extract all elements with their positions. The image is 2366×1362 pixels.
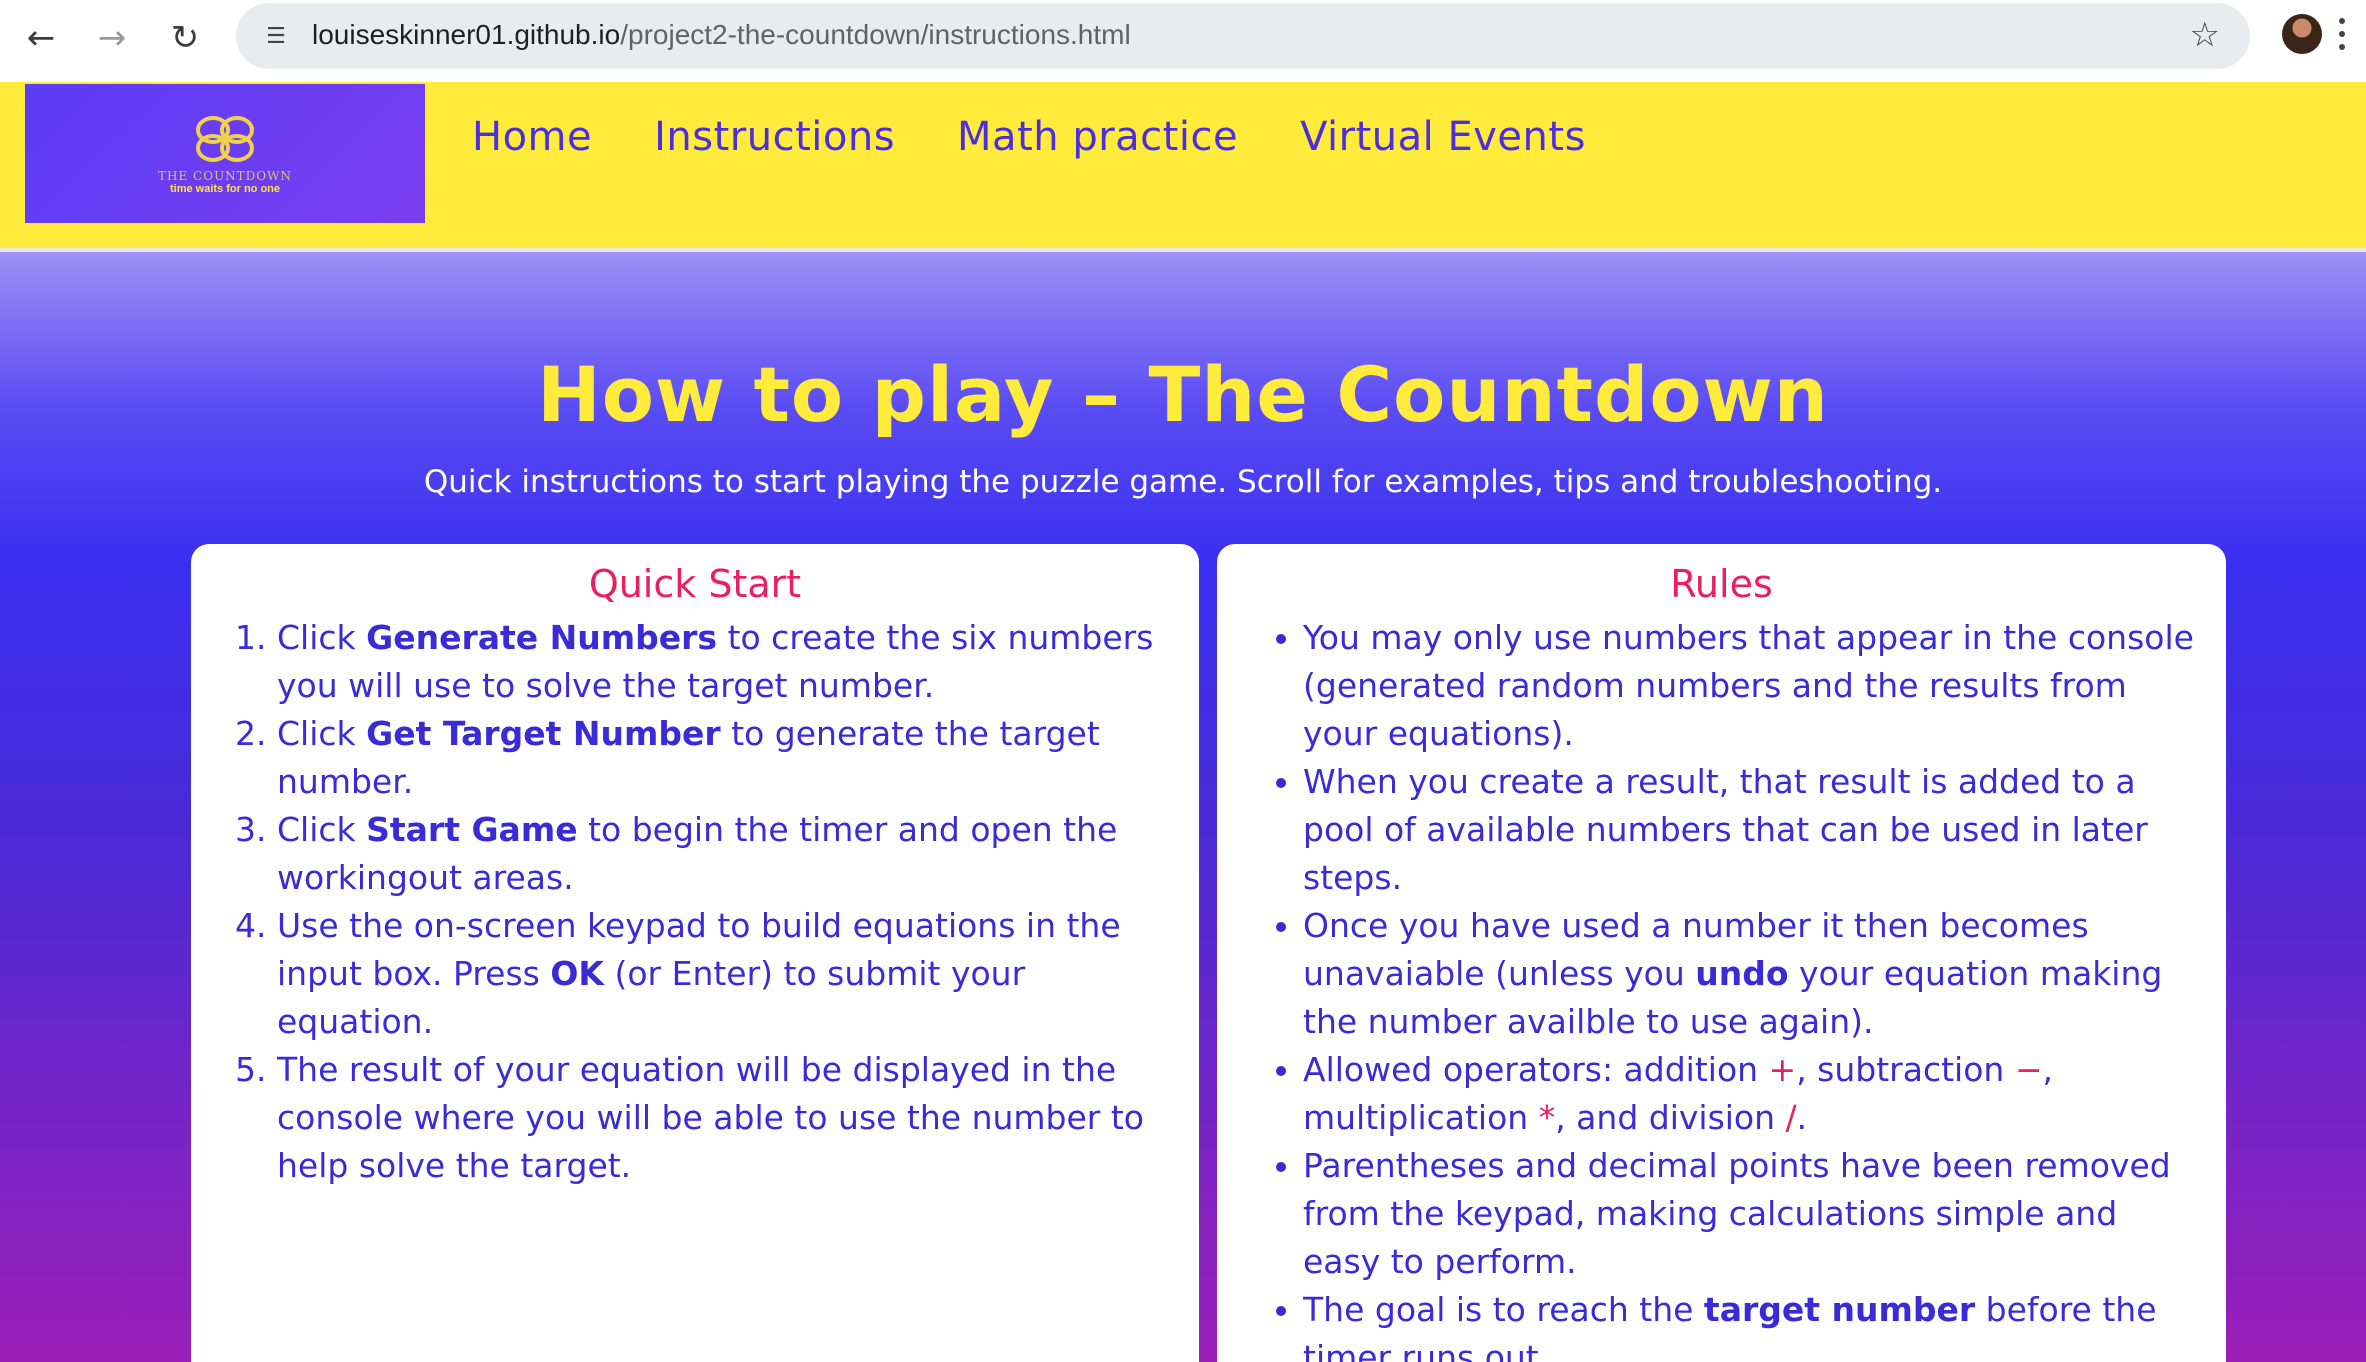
- nav-math-practice[interactable]: Math practice: [957, 114, 1238, 160]
- quick-start-list: Click Generate Numbers to create the six…: [221, 614, 1169, 1190]
- rules-list: You may only use numbers that appear in …: [1247, 614, 2196, 1362]
- nav-home[interactable]: Home: [472, 114, 592, 160]
- address-bar[interactable]: ☰ louiseskinner01.github.io/project2-the…: [236, 3, 2250, 69]
- celtic-knot-icon: [196, 115, 254, 162]
- list-item: Click Generate Numbers to create the six…: [277, 614, 1169, 710]
- back-arrow-icon[interactable]: ←: [16, 13, 66, 63]
- main-nav: Home Instructions Math practice Virtual …: [472, 114, 1586, 160]
- list-item: Click Get Target Number to generate the …: [277, 710, 1169, 806]
- forward-arrow-icon[interactable]: →: [87, 13, 137, 63]
- nav-virtual-events[interactable]: Virtual Events: [1300, 114, 1586, 160]
- card-fade: [191, 1344, 1199, 1362]
- menu-kebab-icon[interactable]: [2338, 18, 2346, 50]
- logo-title: THE COUNTDOWN: [158, 168, 292, 183]
- quick-start-card: Quick Start Click Generate Numbers to cr…: [191, 544, 1199, 1362]
- site-logo[interactable]: THE COUNTDOWN time waits for no one: [25, 84, 425, 223]
- list-item: When you create a result, that result is…: [1303, 758, 2196, 902]
- site-header: THE COUNTDOWN time waits for no one Home…: [0, 82, 2366, 248]
- browser-toolbar: ← → ↻ ☰ louiseskinner01.github.io/projec…: [0, 0, 2366, 82]
- nav-instructions[interactable]: Instructions: [654, 114, 895, 160]
- rules-heading: Rules: [1670, 562, 1773, 606]
- quick-start-heading: Quick Start: [588, 562, 802, 606]
- profile-avatar[interactable]: [2282, 14, 2322, 54]
- list-item: Use the on-screen keypad to build equati…: [277, 902, 1169, 1046]
- reload-icon[interactable]: ↻: [160, 13, 210, 63]
- rules-card: Rules You may only use numbers that appe…: [1217, 544, 2226, 1362]
- url-text[interactable]: louiseskinner01.github.io/project2-the-c…: [312, 19, 1131, 51]
- page-subtitle: Quick instructions to start playing the …: [423, 464, 1943, 500]
- page-title: How to play – The Countdown: [537, 350, 1829, 439]
- list-item: Parentheses and decimal points have been…: [1303, 1142, 2196, 1286]
- list-item: The result of your equation will be disp…: [277, 1046, 1169, 1190]
- logo-tagline: time waits for no one: [169, 182, 280, 195]
- list-item: The goal is to reach the target number b…: [1303, 1286, 2196, 1362]
- list-item: Allowed operators: addition +, subtracti…: [1303, 1046, 2196, 1142]
- list-item: Click Start Game to begin the timer and …: [277, 806, 1169, 902]
- hero-section: How to play – The Countdown Quick instru…: [0, 248, 2366, 1362]
- site-info-icon[interactable]: ☰: [256, 16, 296, 56]
- list-item: Once you have used a number it then beco…: [1303, 902, 2196, 1046]
- bookmark-star-icon[interactable]: ☆: [2190, 15, 2220, 55]
- list-item: You may only use numbers that appear in …: [1303, 614, 2196, 758]
